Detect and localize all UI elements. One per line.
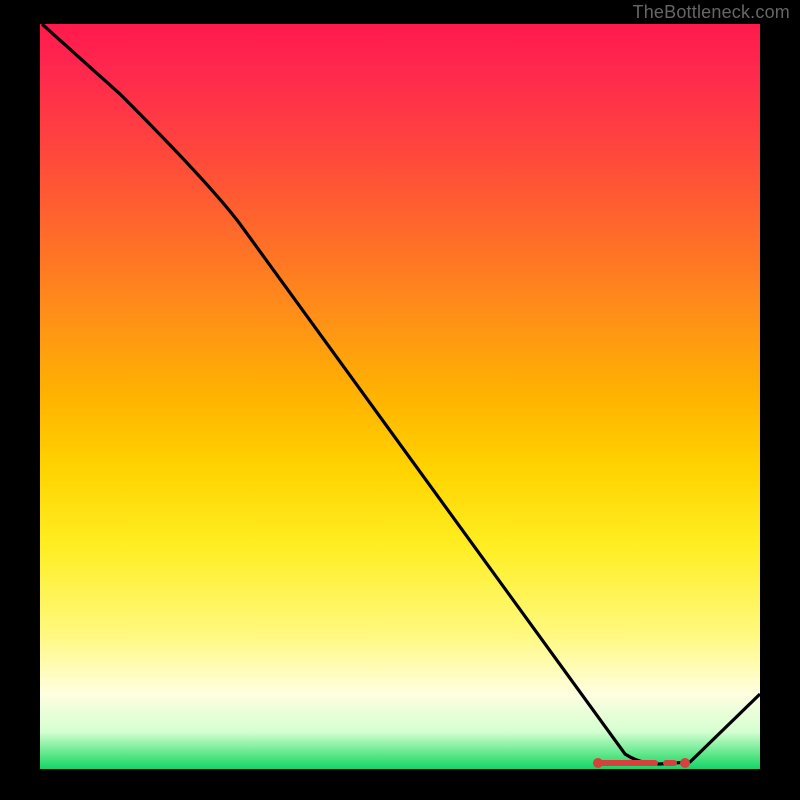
- curve-path: [42, 24, 760, 764]
- bottleneck-curve: [40, 24, 760, 769]
- optimal-range-dot-right: [680, 758, 690, 768]
- attribution-text: TheBottleneck.com: [633, 2, 790, 23]
- optimal-range-gap: [663, 760, 677, 766]
- optimal-range-marker: [598, 760, 658, 766]
- chart-frame: TheBottleneck.com: [0, 0, 800, 800]
- optimal-range-dot-left: [593, 758, 603, 768]
- plot-area: [40, 24, 760, 769]
